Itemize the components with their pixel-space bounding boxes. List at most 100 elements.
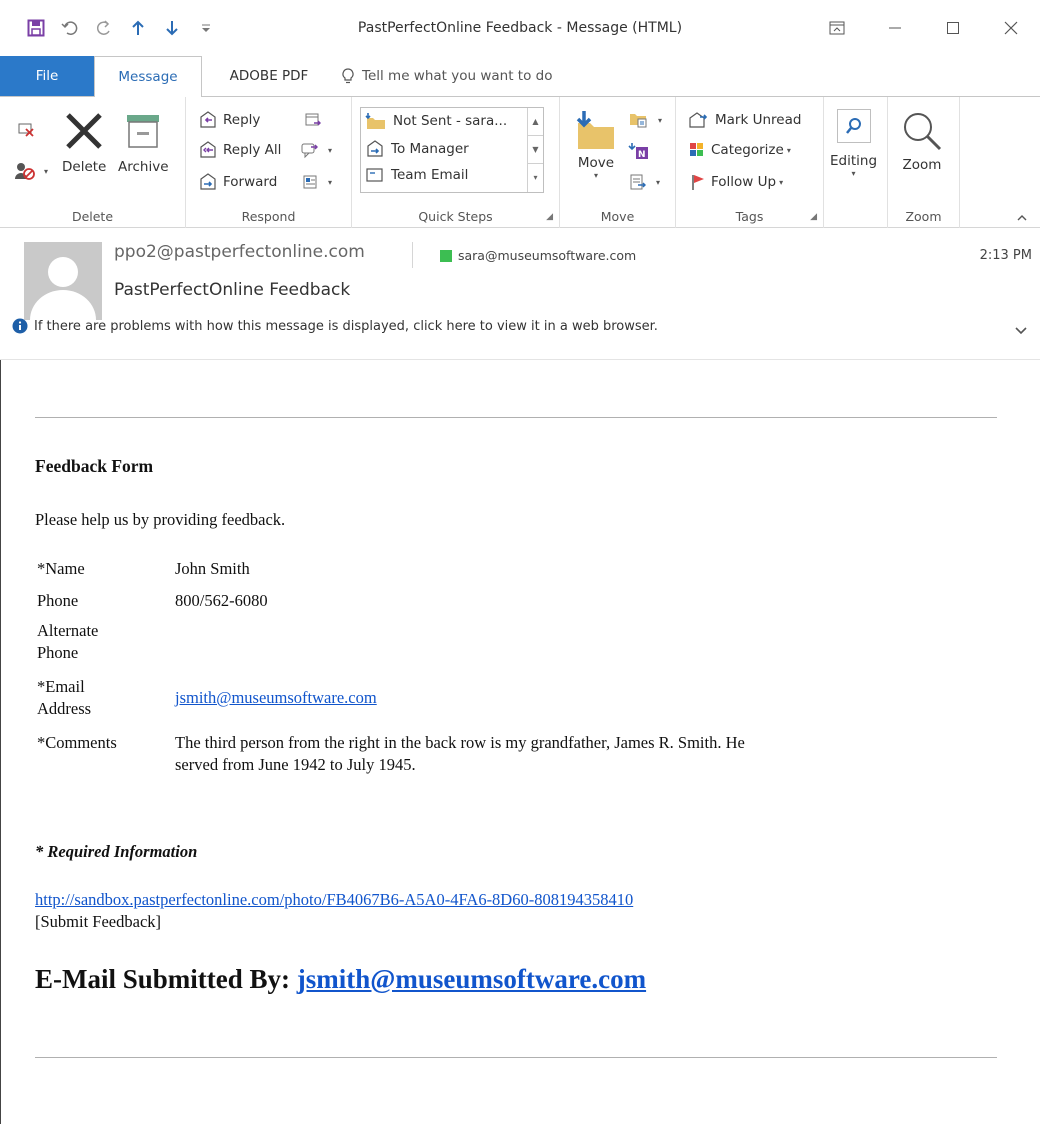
forward-button[interactable]: Forward <box>198 173 277 191</box>
ribbon: ▾ Delete Archive Delete Reply Reply All … <box>0 96 1040 228</box>
reply-icon <box>198 111 218 129</box>
move-group-label: Move <box>600 209 635 224</box>
tags-launcher-icon[interactable]: ◢ <box>810 212 817 222</box>
info-text: If there are problems with how this mess… <box>34 318 658 334</box>
window-title: PastPerfectOnline Feedback - Message (HT… <box>357 20 683 36</box>
onenote-button[interactable]: N <box>628 141 655 161</box>
presence-status-icon <box>440 249 452 262</box>
ignore-button[interactable] <box>16 119 41 139</box>
scroll-up-icon[interactable]: ▲ <box>528 108 543 136</box>
mark-unread-button[interactable]: Mark Unread <box>688 111 801 129</box>
reply-all-icon <box>198 141 218 159</box>
scroll-down-icon[interactable]: ▼ <box>528 136 543 164</box>
delete-group-label: Delete <box>71 209 114 224</box>
submitted-by-email-link[interactable]: jsmith@museumsoftware.com <box>297 964 646 994</box>
mark-unread-icon <box>688 111 710 129</box>
chevron-down-icon[interactable] <box>1014 326 1028 336</box>
respond-group: Reply Reply All Forward ▾ ▾ Respond <box>186 97 352 228</box>
quick-steps-launcher-icon[interactable]: ◢ <box>546 212 553 222</box>
move-group: Move ▾ ▾ N ▾ Move <box>560 97 676 228</box>
search-icon <box>836 109 871 143</box>
email-link[interactable]: jsmith@museumsoftware.com <box>175 688 377 707</box>
editing-group: Editing ▾ <box>824 97 888 228</box>
rules-button[interactable]: ▾ <box>628 111 662 129</box>
move-button[interactable]: Move ▾ <box>574 109 618 180</box>
forward-icon <box>198 173 218 191</box>
respond-group-label: Respond <box>241 209 296 224</box>
quick-step-team-email[interactable]: Team Email <box>365 166 468 184</box>
field-value: jsmith@museumsoftware.com <box>175 687 975 709</box>
zoom-button[interactable]: Zoom <box>900 109 944 173</box>
person-placeholder-icon <box>24 242 102 320</box>
tell-me-search[interactable]: Tell me what you want to do <box>342 56 552 96</box>
meeting-button[interactable] <box>304 111 327 129</box>
collapse-ribbon-icon[interactable] <box>1016 213 1028 221</box>
redo-icon[interactable] <box>90 14 118 42</box>
up-arrow-icon[interactable] <box>124 14 152 42</box>
field-label: Phone <box>37 591 79 610</box>
categorize-button[interactable]: Categorize ▾ <box>688 141 791 159</box>
tab-file[interactable]: File <box>0 56 94 96</box>
zoom-group-label: Zoom <box>905 209 942 224</box>
restore-ribbon-icon[interactable] <box>808 0 866 56</box>
header-separator <box>412 242 413 268</box>
recipient[interactable]: sara@museumsoftware.com <box>440 248 636 263</box>
follow-up-flag-icon <box>690 173 706 191</box>
onenote-icon: N <box>628 141 650 161</box>
field-label: *Name <box>37 559 85 578</box>
rules-icon <box>628 111 650 129</box>
junk-button[interactable]: ▾ <box>14 161 48 181</box>
received-time: 2:13 PM <box>979 248 1032 263</box>
follow-up-button[interactable]: Follow Up ▾ <box>690 173 783 191</box>
quick-step-not-sent[interactable]: Not Sent - sara... <box>365 112 507 130</box>
minimize-icon[interactable] <box>866 0 924 56</box>
required-note: * Required Information <box>35 842 198 861</box>
undo-icon[interactable] <box>56 14 84 42</box>
message-subject: PastPerfectOnline Feedback <box>114 280 351 300</box>
down-arrow-icon[interactable] <box>158 14 186 42</box>
maximize-icon[interactable] <box>924 0 982 56</box>
field-value: 800/562-6080 <box>175 591 268 610</box>
customize-icon[interactable] <box>192 14 220 42</box>
meeting-icon <box>304 111 322 129</box>
close-icon[interactable] <box>982 0 1040 56</box>
tab-adobe-pdf[interactable]: ADOBE PDF <box>214 56 324 96</box>
delete-button[interactable]: Delete <box>62 109 106 175</box>
im-icon <box>300 141 320 159</box>
save-icon[interactable] <box>22 14 50 42</box>
submitted-by: E-Mail Submitted By: jsmith@museumsoftwa… <box>35 964 646 995</box>
archive-button[interactable]: Archive <box>118 109 169 175</box>
divider <box>35 1057 997 1058</box>
tab-message[interactable]: Message <box>94 56 202 97</box>
quick-steps-scroll[interactable]: ▲ ▼ ▾ <box>527 108 543 192</box>
im-button[interactable]: ▾ <box>300 141 332 159</box>
forward-icon <box>365 140 385 158</box>
reply-all-button[interactable]: Reply All <box>198 141 281 159</box>
photo-link[interactable]: http://sandbox.pastperfectonline.com/pho… <box>35 890 633 909</box>
form-title: Feedback Form <box>35 456 154 476</box>
title-bar: PastPerfectOnline Feedback - Message (HT… <box>0 0 1040 56</box>
submitted-by-label: E-Mail Submitted By: <box>35 964 291 994</box>
message-header: ppo2@pastperfectonline.com sara@museumso… <box>0 228 1040 360</box>
zoom-group: Zoom Zoom <box>888 97 960 228</box>
info-icon <box>12 318 28 334</box>
field-label: Alternate Phone <box>37 621 99 662</box>
sender-address[interactable]: ppo2@pastperfectonline.com <box>114 242 365 262</box>
editing-button[interactable]: Editing ▾ <box>830 109 877 178</box>
categorize-icon <box>688 141 706 159</box>
field-value: John Smith <box>175 559 250 578</box>
more-respond-button[interactable]: ▾ <box>302 173 332 191</box>
ignore-icon <box>16 119 36 139</box>
envelope-icon <box>365 166 385 184</box>
reply-button[interactable]: Reply <box>198 111 260 129</box>
scroll-more-icon[interactable]: ▾ <box>528 164 543 192</box>
actions-button[interactable]: ▾ <box>628 173 660 191</box>
window-controls <box>808 0 1040 56</box>
info-bar[interactable]: If there are problems with how this mess… <box>12 318 658 334</box>
more-respond-icon <box>302 173 320 191</box>
form-intro: Please help us by providing feedback. <box>35 510 286 529</box>
move-folder-icon <box>365 112 387 130</box>
archive-icon <box>121 109 165 153</box>
recipient-address: sara@museumsoftware.com <box>458 248 637 263</box>
quick-step-to-manager[interactable]: To Manager <box>365 140 469 158</box>
